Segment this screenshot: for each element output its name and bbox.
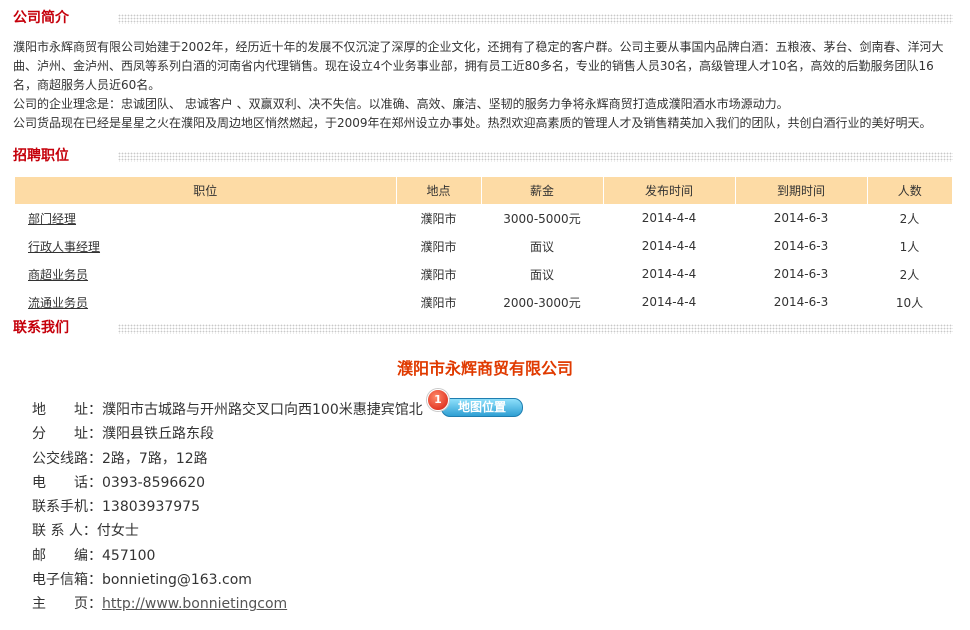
- table-cell: 3000-5000元: [503, 211, 581, 226]
- table-cell: 濮阳市: [420, 267, 457, 282]
- contact-label: 联 系 人：: [32, 523, 97, 540]
- map-marker-icon: 1: [427, 389, 449, 411]
- table-cell: 濮阳市: [420, 239, 457, 254]
- job-title-cell: 行政人事经理: [15, 232, 396, 260]
- company-name-heading: 濮阳市永辉商贸有限公司: [396, 359, 573, 378]
- table-cell: 2014-4-4: [641, 239, 697, 253]
- section-header-intro: 公司简介: [13, 8, 953, 30]
- contact-row-branch: 分 址：濮阳县铁丘路东段: [32, 422, 423, 446]
- map-location-button[interactable]: 地图位置 1: [427, 389, 525, 417]
- section-title-contact: 联系我们: [13, 320, 69, 336]
- contact-label: 邮 编：: [32, 547, 102, 564]
- intro-paragraph: 公司的企业理念是：忠诚团队、 忠诚客户 、双赢双利、决不失信。以准确、高效、廉洁…: [13, 97, 789, 111]
- jobs-table: 职位 地点 薪金 发布时间 到期时间 人数 部门经理 濮阳市 3000-5000…: [15, 177, 952, 316]
- intro-paragraph: 濮阳市永辉商贸有限公司始建于2002年，经历近十年的发展不仅沉淀了深厚的企业文化…: [13, 40, 944, 92]
- contact-row-postcode: 邮 编：457100: [32, 544, 423, 568]
- contact-value: 付女士: [96, 523, 139, 540]
- column-header-location: 地点: [396, 177, 482, 204]
- contact-info: 地 址：濮阳市古城路与开州路交叉口向西100米惠捷宾馆北 地图位置 1 分 址：…: [32, 389, 523, 617]
- contact-row-person: 联 系 人：付女士: [32, 519, 423, 543]
- table-header-row: 职位 地点 薪金 发布时间 到期时间 人数: [15, 177, 952, 204]
- intro-paragraph: 公司货品现在已经是星星之火在濮阳及周边地区悄然燃起，于2009年在郑州设立办事处…: [13, 116, 932, 130]
- table-cell: 面议: [529, 267, 554, 282]
- job-link[interactable]: 商超业务员: [28, 268, 88, 282]
- table-row: 部门经理 濮阳市 3000-5000元 2014-4-4 2014-6-3 2人: [15, 204, 952, 232]
- table-cell: 2014-4-4: [641, 295, 697, 309]
- job-link[interactable]: 部门经理: [28, 212, 76, 226]
- table-cell: 濮阳市: [420, 211, 457, 226]
- table-cell: 2014-4-4: [641, 211, 697, 225]
- contact-value: 457100: [102, 547, 156, 564]
- contact-row-email: 电子信箱：bonnieting@163.com: [32, 568, 423, 592]
- table-cell: 2014-6-3: [773, 239, 829, 253]
- section-title-jobs: 招聘职位: [13, 148, 69, 164]
- contact-row-bus: 公交线路：2路，7路，12路: [32, 447, 423, 471]
- table-cell: 2人: [899, 267, 920, 282]
- table-cell: 10人: [895, 295, 924, 310]
- contact-value: 2路，7路，12路: [102, 450, 208, 467]
- dotted-divider: [118, 152, 953, 162]
- section-title-intro: 公司简介: [13, 10, 69, 26]
- table-cell: 1人: [899, 239, 920, 254]
- contact-value: 0393-8596620: [102, 474, 206, 491]
- contact-value: 濮阳县铁丘路东段: [102, 426, 214, 443]
- contact-label: 分 址：: [32, 426, 102, 443]
- contact-label: 地 址：: [32, 402, 102, 418]
- column-header-salary: 薪金: [481, 177, 604, 204]
- contact-value: bonnieting@163.com: [102, 572, 252, 589]
- column-header-headcount: 人数: [867, 177, 952, 204]
- section-header-jobs: 招聘职位: [13, 146, 953, 168]
- table-cell: 2014-4-4: [641, 267, 697, 281]
- job-title-cell: 部门经理: [15, 204, 396, 232]
- table-cell: 濮阳市: [420, 295, 457, 310]
- dotted-divider: [118, 324, 953, 334]
- column-header-posted: 发布时间: [603, 177, 736, 204]
- job-title-cell: 流通业务员: [15, 288, 396, 316]
- contact-label: 主 页：: [32, 596, 102, 613]
- map-button-label: 地图位置: [441, 398, 523, 417]
- table-row: 流通业务员 濮阳市 2000-3000元 2014-4-4 2014-6-3 1…: [15, 288, 952, 316]
- contact-value: 濮阳市古城路与开州路交叉口向西100米惠捷宾馆北: [102, 402, 423, 418]
- column-header-position: 职位: [15, 177, 397, 204]
- job-title-cell: 商超业务员: [15, 260, 396, 288]
- dotted-divider: [118, 14, 953, 24]
- contact-row-mobile: 联系手机：13803937975: [32, 495, 423, 519]
- table-cell: 2014-6-3: [773, 211, 829, 225]
- table-cell: 面议: [529, 239, 554, 254]
- job-link[interactable]: 流通业务员: [28, 296, 88, 310]
- section-header-contact: 联系我们: [13, 318, 953, 340]
- table-cell: 2014-6-3: [773, 295, 829, 309]
- contact-label: 公交线路：: [32, 450, 102, 467]
- contact-row-address: 地 址：濮阳市古城路与开州路交叉口向西100米惠捷宾馆北 地图位置 1: [32, 389, 523, 422]
- table-row: 行政人事经理 濮阳市 面议 2014-4-4 2014-6-3 1人: [15, 232, 952, 260]
- contact-label: 电子信箱：: [32, 572, 102, 589]
- company-intro: 濮阳市永辉商贸有限公司始建于2002年，经历近十年的发展不仅沉淀了深厚的企业文化…: [13, 38, 953, 133]
- table-row: 商超业务员 濮阳市 面议 2014-4-4 2014-6-3 2人: [15, 260, 952, 288]
- contact-row-phone: 电 话：0393-8596620: [32, 471, 423, 495]
- contact-value: 13803937975: [102, 499, 200, 516]
- contact-row-homepage: 主 页：http://www.bonnietingcom: [32, 592, 423, 616]
- column-header-expires: 到期时间: [735, 177, 868, 204]
- contact-label: 联系手机：: [32, 499, 102, 516]
- homepage-link[interactable]: http://www.bonnietingcom: [102, 596, 287, 612]
- job-link[interactable]: 行政人事经理: [28, 240, 100, 254]
- contact-label: 电 话：: [32, 474, 102, 491]
- table-cell: 2014-6-3: [773, 267, 829, 281]
- table-cell: 2人: [899, 211, 920, 226]
- table-cell: 2000-3000元: [503, 295, 581, 310]
